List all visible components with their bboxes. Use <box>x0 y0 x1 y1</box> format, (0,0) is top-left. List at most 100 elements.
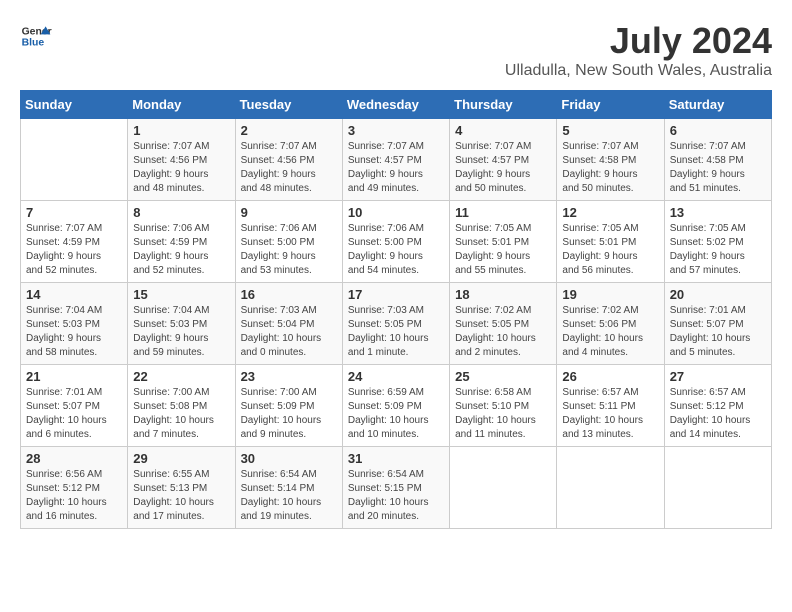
calendar-day-cell: 12 Sunrise: 7:05 AM Sunset: 5:01 PM Dayli… <box>557 201 664 283</box>
calendar-day-cell: 31 Sunrise: 6:54 AM Sunset: 5:15 PM Dayli… <box>342 447 449 529</box>
day-number: 22 <box>133 369 229 384</box>
day-info: Sunrise: 7:03 AM Sunset: 5:04 PM Dayligh… <box>241 304 337 360</box>
day-number: 18 <box>455 287 551 302</box>
day-number: 29 <box>133 451 229 466</box>
day-info: Sunrise: 7:05 AM Sunset: 5:02 PM Dayligh… <box>670 222 766 278</box>
day-number: 13 <box>670 205 766 220</box>
calendar-day-cell: 10 Sunrise: 7:06 AM Sunset: 5:00 PM Dayli… <box>342 201 449 283</box>
calendar-day-cell: 28 Sunrise: 6:56 AM Sunset: 5:12 PM Dayli… <box>21 447 128 529</box>
day-number: 19 <box>562 287 658 302</box>
calendar-body: 1 Sunrise: 7:07 AM Sunset: 4:56 PM Daylig… <box>21 119 772 529</box>
calendar-week-row: 14 Sunrise: 7:04 AM Sunset: 5:03 PM Dayli… <box>21 283 772 365</box>
calendar-day-cell: 30 Sunrise: 6:54 AM Sunset: 5:14 PM Dayli… <box>235 447 342 529</box>
day-number: 1 <box>133 123 229 138</box>
day-number: 12 <box>562 205 658 220</box>
calendar-week-row: 7 Sunrise: 7:07 AM Sunset: 4:59 PM Daylig… <box>21 201 772 283</box>
calendar-day-cell: 13 Sunrise: 7:05 AM Sunset: 5:02 PM Dayli… <box>664 201 771 283</box>
calendar-table: SundayMondayTuesdayWednesdayThursdayFrid… <box>20 90 772 529</box>
day-info: Sunrise: 7:01 AM Sunset: 5:07 PM Dayligh… <box>26 386 122 442</box>
calendar-day-cell: 5 Sunrise: 7:07 AM Sunset: 4:58 PM Daylig… <box>557 119 664 201</box>
day-info: Sunrise: 7:07 AM Sunset: 4:56 PM Dayligh… <box>241 140 337 196</box>
day-info: Sunrise: 7:01 AM Sunset: 5:07 PM Dayligh… <box>670 304 766 360</box>
day-number: 16 <box>241 287 337 302</box>
day-number: 11 <box>455 205 551 220</box>
day-number: 10 <box>348 205 444 220</box>
calendar-day-cell: 7 Sunrise: 7:07 AM Sunset: 4:59 PM Daylig… <box>21 201 128 283</box>
day-info: Sunrise: 6:55 AM Sunset: 5:13 PM Dayligh… <box>133 468 229 524</box>
calendar-week-row: 1 Sunrise: 7:07 AM Sunset: 4:56 PM Daylig… <box>21 119 772 201</box>
calendar-day-cell: 1 Sunrise: 7:07 AM Sunset: 4:56 PM Daylig… <box>128 119 235 201</box>
day-number: 21 <box>26 369 122 384</box>
day-info: Sunrise: 7:06 AM Sunset: 4:59 PM Dayligh… <box>133 222 229 278</box>
calendar-day-cell: 21 Sunrise: 7:01 AM Sunset: 5:07 PM Dayli… <box>21 365 128 447</box>
day-info: Sunrise: 7:06 AM Sunset: 5:00 PM Dayligh… <box>348 222 444 278</box>
calendar-day-cell: 9 Sunrise: 7:06 AM Sunset: 5:00 PM Daylig… <box>235 201 342 283</box>
day-info: Sunrise: 6:54 AM Sunset: 5:15 PM Dayligh… <box>348 468 444 524</box>
calendar-day-cell: 19 Sunrise: 7:02 AM Sunset: 5:06 PM Dayli… <box>557 283 664 365</box>
day-number: 24 <box>348 369 444 384</box>
day-number: 30 <box>241 451 337 466</box>
calendar-day-cell <box>21 119 128 201</box>
logo: General Blue <box>20 20 52 52</box>
calendar-day-cell: 16 Sunrise: 7:03 AM Sunset: 5:04 PM Dayli… <box>235 283 342 365</box>
day-number: 6 <box>670 123 766 138</box>
day-info: Sunrise: 6:58 AM Sunset: 5:10 PM Dayligh… <box>455 386 551 442</box>
day-number: 5 <box>562 123 658 138</box>
weekday-header-row: SundayMondayTuesdayWednesdayThursdayFrid… <box>21 91 772 119</box>
day-info: Sunrise: 7:07 AM Sunset: 4:56 PM Dayligh… <box>133 140 229 196</box>
day-info: Sunrise: 7:07 AM Sunset: 4:59 PM Dayligh… <box>26 222 122 278</box>
day-number: 3 <box>348 123 444 138</box>
weekday-header-cell: Wednesday <box>342 91 449 119</box>
calendar-day-cell: 18Sunrise: 7:02 AM Sunset: 5:05 PM Dayli… <box>450 283 557 365</box>
day-info: Sunrise: 6:59 AM Sunset: 5:09 PM Dayligh… <box>348 386 444 442</box>
day-info: Sunrise: 7:05 AM Sunset: 5:01 PM Dayligh… <box>562 222 658 278</box>
day-number: 17 <box>348 287 444 302</box>
day-number: 31 <box>348 451 444 466</box>
day-info: Sunrise: 6:57 AM Sunset: 5:11 PM Dayligh… <box>562 386 658 442</box>
day-info: Sunrise: 7:07 AM Sunset: 4:58 PM Dayligh… <box>670 140 766 196</box>
day-info: Sunrise: 7:02 AM Sunset: 5:06 PM Dayligh… <box>562 304 658 360</box>
day-number: 27 <box>670 369 766 384</box>
calendar-day-cell: 29 Sunrise: 6:55 AM Sunset: 5:13 PM Dayli… <box>128 447 235 529</box>
month-title: July 2024 <box>505 20 772 62</box>
day-info: Sunrise: 6:54 AM Sunset: 5:14 PM Dayligh… <box>241 468 337 524</box>
weekday-header-cell: Tuesday <box>235 91 342 119</box>
day-info: Sunrise: 7:00 AM Sunset: 5:09 PM Dayligh… <box>241 386 337 442</box>
day-number: 8 <box>133 205 229 220</box>
calendar-day-cell: 15Sunrise: 7:04 AM Sunset: 5:03 PM Dayli… <box>128 283 235 365</box>
calendar-day-cell: 3 Sunrise: 7:07 AM Sunset: 4:57 PM Daylig… <box>342 119 449 201</box>
logo-icon: General Blue <box>20 20 52 52</box>
day-number: 14 <box>26 287 122 302</box>
day-number: 28 <box>26 451 122 466</box>
day-info: Sunrise: 7:04 AM Sunset: 5:03 PM Dayligh… <box>133 304 229 360</box>
weekday-header-cell: Friday <box>557 91 664 119</box>
calendar-day-cell <box>450 447 557 529</box>
day-number: 20 <box>670 287 766 302</box>
day-info: Sunrise: 7:06 AM Sunset: 5:00 PM Dayligh… <box>241 222 337 278</box>
calendar-day-cell: 23 Sunrise: 7:00 AM Sunset: 5:09 PM Dayli… <box>235 365 342 447</box>
day-number: 26 <box>562 369 658 384</box>
day-info: Sunrise: 7:00 AM Sunset: 5:08 PM Dayligh… <box>133 386 229 442</box>
calendar-day-cell: 4Sunrise: 7:07 AM Sunset: 4:57 PM Daylig… <box>450 119 557 201</box>
calendar-day-cell <box>557 447 664 529</box>
day-number: 2 <box>241 123 337 138</box>
day-number: 4 <box>455 123 551 138</box>
calendar-day-cell: 14Sunrise: 7:04 AM Sunset: 5:03 PM Dayli… <box>21 283 128 365</box>
day-info: Sunrise: 6:56 AM Sunset: 5:12 PM Dayligh… <box>26 468 122 524</box>
weekday-header-cell: Saturday <box>664 91 771 119</box>
weekday-header-cell: Thursday <box>450 91 557 119</box>
page-header: General Blue July 2024 Ulladulla, New So… <box>20 20 772 80</box>
day-info: Sunrise: 7:03 AM Sunset: 5:05 PM Dayligh… <box>348 304 444 360</box>
calendar-day-cell: 26 Sunrise: 6:57 AM Sunset: 5:11 PM Dayli… <box>557 365 664 447</box>
day-info: Sunrise: 7:07 AM Sunset: 4:57 PM Dayligh… <box>348 140 444 196</box>
calendar-day-cell: 6 Sunrise: 7:07 AM Sunset: 4:58 PM Daylig… <box>664 119 771 201</box>
day-number: 7 <box>26 205 122 220</box>
day-number: 9 <box>241 205 337 220</box>
weekday-header-cell: Monday <box>128 91 235 119</box>
day-number: 23 <box>241 369 337 384</box>
calendar-day-cell: 24 Sunrise: 6:59 AM Sunset: 5:09 PM Dayli… <box>342 365 449 447</box>
day-info: Sunrise: 7:07 AM Sunset: 4:58 PM Dayligh… <box>562 140 658 196</box>
day-info: Sunrise: 6:57 AM Sunset: 5:12 PM Dayligh… <box>670 386 766 442</box>
location-title: Ulladulla, New South Wales, Australia <box>505 62 772 80</box>
day-info: Sunrise: 7:05 AM Sunset: 5:01 PM Dayligh… <box>455 222 551 278</box>
